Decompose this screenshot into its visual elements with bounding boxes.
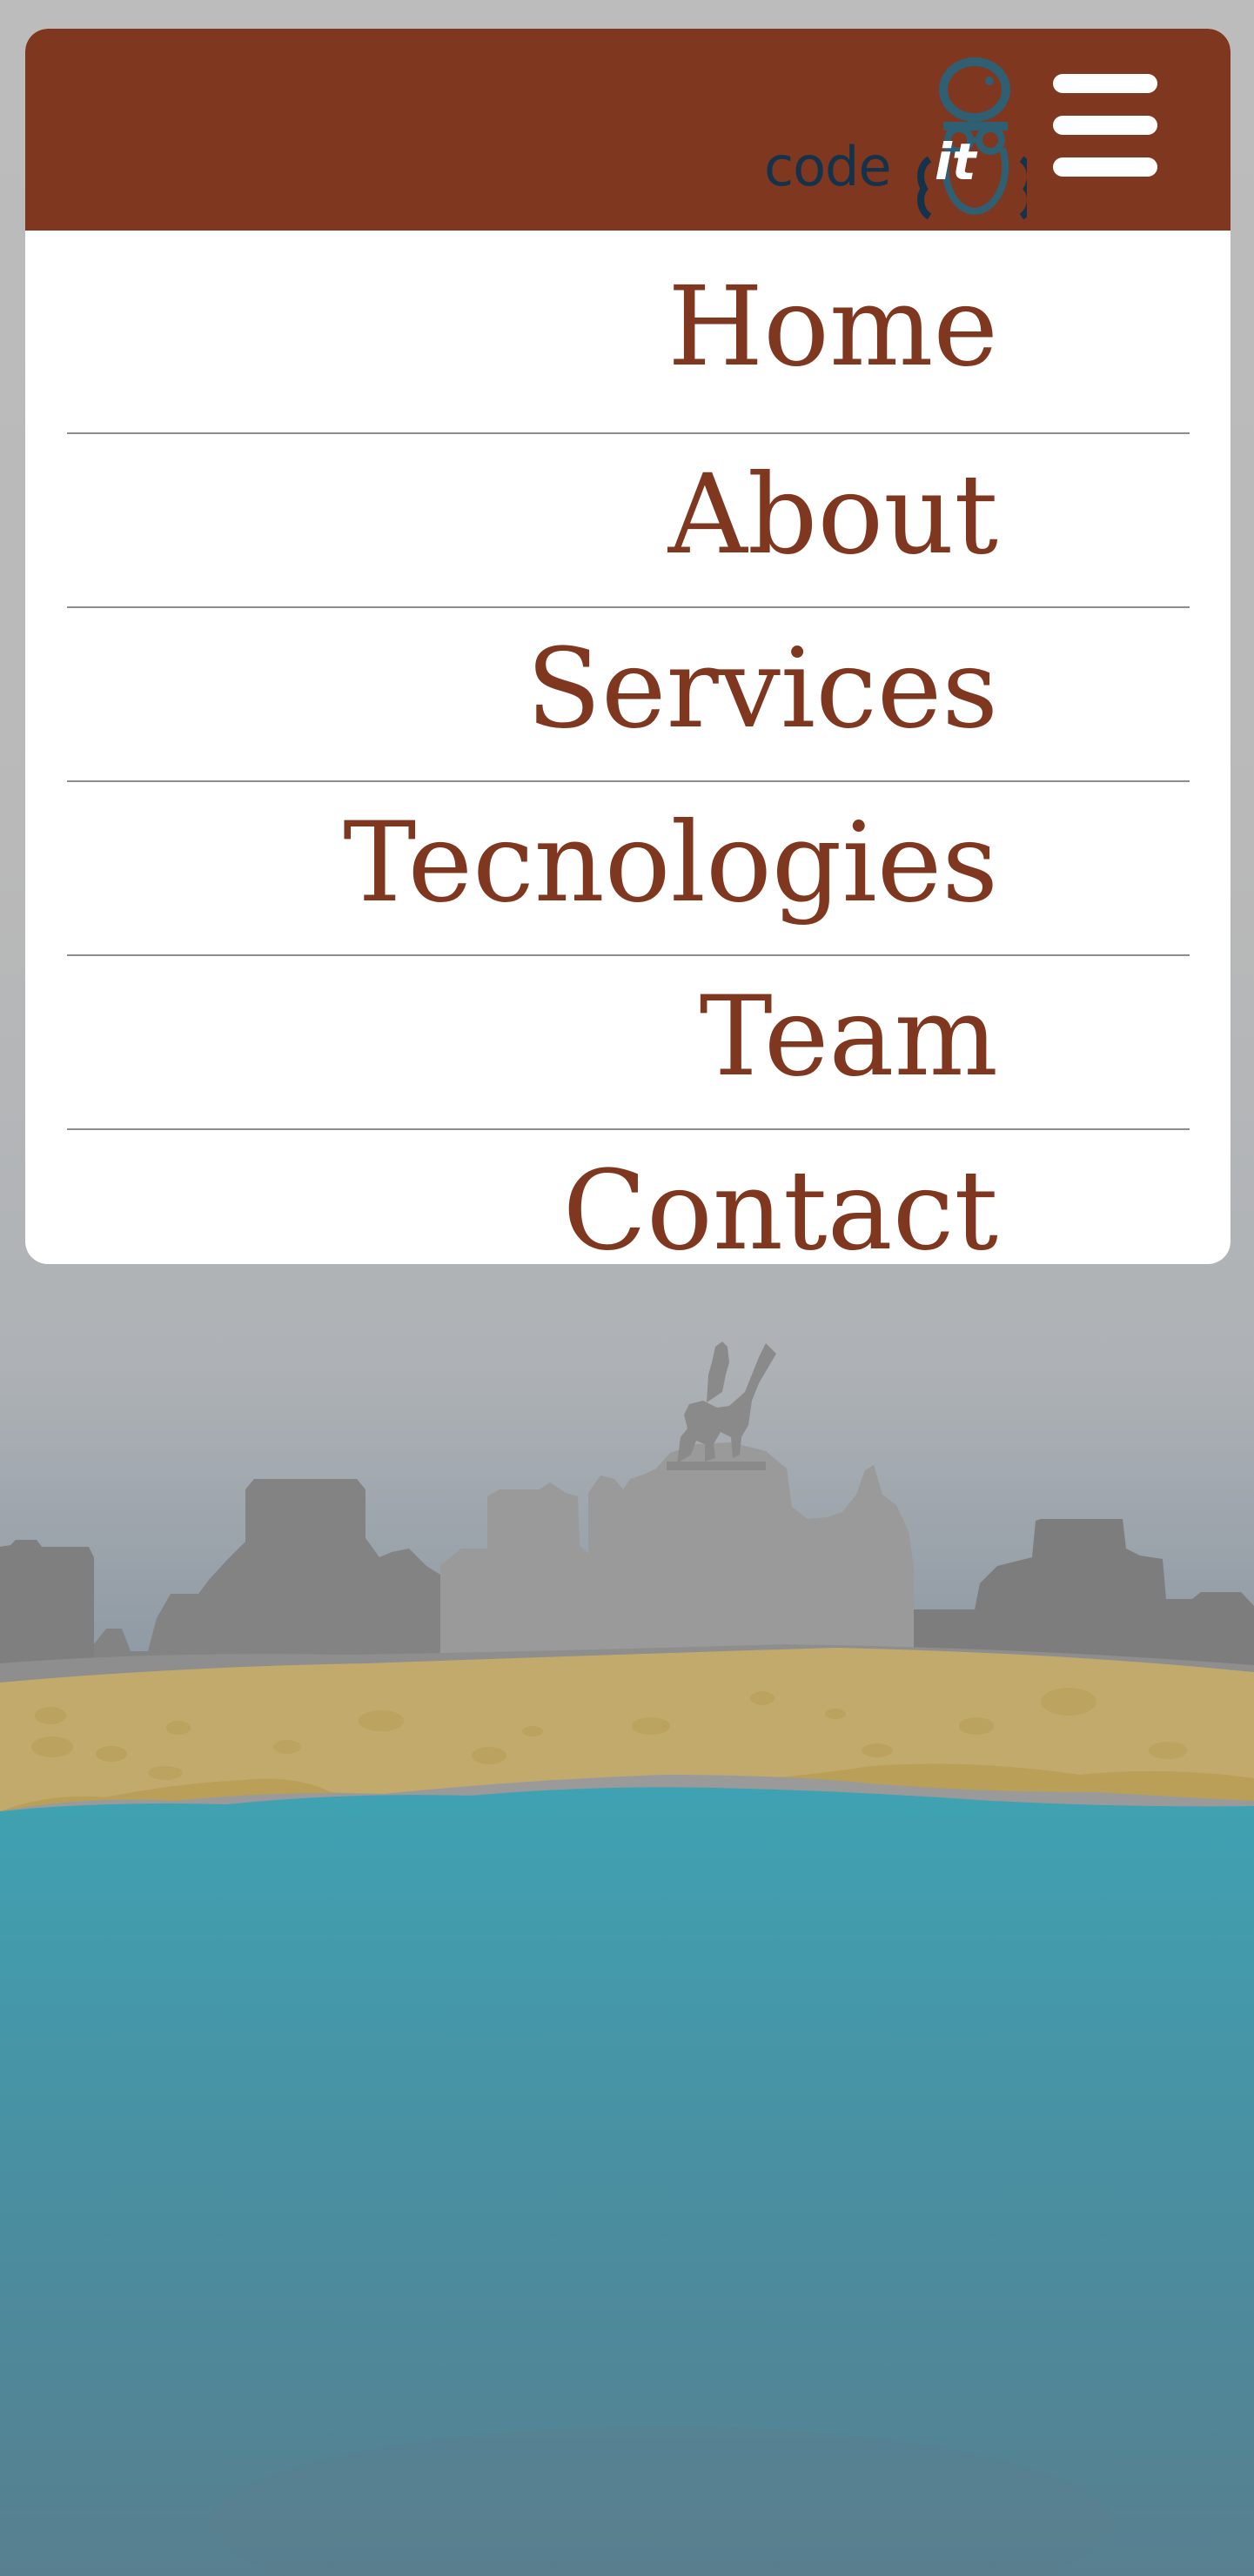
codeit-logo[interactable]: code it xyxy=(741,51,1027,234)
nav-link-contact[interactable]: Contact xyxy=(563,1156,998,1265)
nav-link-tecnologies[interactable]: Tecnologies xyxy=(343,808,998,918)
nav-link-about[interactable]: About xyxy=(668,460,998,570)
navigation-panel: code it Home About Services Tecnologies … xyxy=(25,29,1231,1264)
nav-item-team: Team xyxy=(67,954,1190,1128)
nav-item-home: Home xyxy=(67,260,1190,432)
sea-water-illustration xyxy=(0,1787,1254,2576)
logo-wordmark: code xyxy=(764,135,892,198)
nav-item-contact: Contact xyxy=(67,1128,1190,1264)
hamburger-menu-icon xyxy=(1053,157,1157,177)
nav-item-about: About xyxy=(67,432,1190,606)
hamburger-menu-icon xyxy=(1053,74,1157,93)
nav-menu: Home About Services Tecnologies Team Con… xyxy=(67,260,1190,1264)
nav-item-tecnologies: Tecnologies xyxy=(67,780,1190,954)
hamburger-menu-icon xyxy=(1053,116,1157,135)
nav-link-home[interactable]: Home xyxy=(667,272,998,382)
nav-item-services: Services xyxy=(67,606,1190,780)
nav-link-services[interactable]: Services xyxy=(526,634,998,744)
logo-accent: it xyxy=(935,132,976,191)
header-bar: code it xyxy=(25,29,1231,231)
hamburger-menu-button[interactable] xyxy=(1048,74,1163,189)
nav-link-team[interactable]: Team xyxy=(700,982,998,1092)
